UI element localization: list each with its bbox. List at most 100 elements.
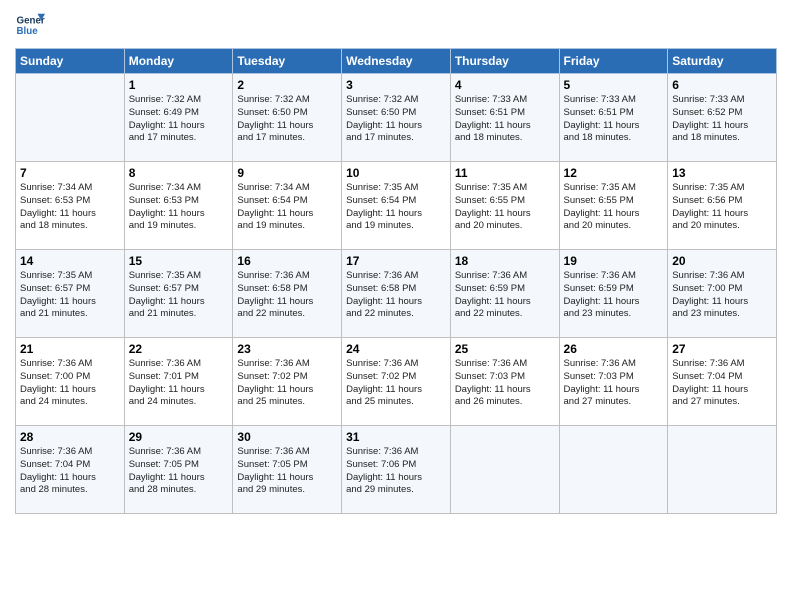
- week-row-5: 28 Sunrise: 7:36 AM Sunset: 7:04 PM Dayli…: [16, 426, 777, 514]
- day-number: 8: [129, 166, 229, 180]
- calendar-cell: 28 Sunrise: 7:36 AM Sunset: 7:04 PM Dayli…: [16, 426, 125, 514]
- day-info: Sunrise: 7:32 AM Sunset: 6:49 PM Dayligh…: [129, 94, 229, 145]
- calendar-cell: 13 Sunrise: 7:35 AM Sunset: 6:56 PM Dayli…: [668, 162, 777, 250]
- header: General Blue: [15, 10, 777, 40]
- calendar-cell: 5 Sunrise: 7:33 AM Sunset: 6:51 PM Daylig…: [559, 74, 668, 162]
- weekday-header-friday: Friday: [559, 49, 668, 74]
- day-info: Sunrise: 7:34 AM Sunset: 6:54 PM Dayligh…: [237, 182, 337, 233]
- day-info: Sunrise: 7:36 AM Sunset: 7:03 PM Dayligh…: [455, 358, 555, 409]
- calendar-cell: 2 Sunrise: 7:32 AM Sunset: 6:50 PM Daylig…: [233, 74, 342, 162]
- calendar-cell: 26Sunrise: 7:36 AM Sunset: 7:03 PM Dayli…: [559, 338, 668, 426]
- calendar-cell: 11Sunrise: 7:35 AM Sunset: 6:55 PM Dayli…: [450, 162, 559, 250]
- calendar-cell: [668, 426, 777, 514]
- calendar-cell: 17Sunrise: 7:36 AM Sunset: 6:58 PM Dayli…: [342, 250, 451, 338]
- week-row-2: 7 Sunrise: 7:34 AM Sunset: 6:53 PM Daylig…: [16, 162, 777, 250]
- day-number: 24: [346, 342, 446, 356]
- day-number: 15: [129, 254, 229, 268]
- day-info: Sunrise: 7:35 AM Sunset: 6:57 PM Dayligh…: [20, 270, 120, 321]
- calendar-cell: 4 Sunrise: 7:33 AM Sunset: 6:51 PM Daylig…: [450, 74, 559, 162]
- day-number: 13: [672, 166, 772, 180]
- day-info: Sunrise: 7:36 AM Sunset: 7:00 PM Dayligh…: [20, 358, 120, 409]
- day-number: 28: [20, 430, 120, 444]
- day-info: Sunrise: 7:36 AM Sunset: 7:00 PM Dayligh…: [672, 270, 772, 321]
- day-info: Sunrise: 7:35 AM Sunset: 6:55 PM Dayligh…: [455, 182, 555, 233]
- day-number: 31: [346, 430, 446, 444]
- day-number: 27: [672, 342, 772, 356]
- weekday-header-row: SundayMondayTuesdayWednesdayThursdayFrid…: [16, 49, 777, 74]
- day-number: 18: [455, 254, 555, 268]
- calendar-cell: [559, 426, 668, 514]
- calendar-cell: 16 Sunrise: 7:36 AM Sunset: 6:58 PM Dayli…: [233, 250, 342, 338]
- day-info: Sunrise: 7:36 AM Sunset: 6:58 PM Dayligh…: [237, 270, 337, 321]
- calendar-cell: 8 Sunrise: 7:34 AM Sunset: 6:53 PM Daylig…: [124, 162, 233, 250]
- calendar-cell: 12 Sunrise: 7:35 AM Sunset: 6:55 PM Dayli…: [559, 162, 668, 250]
- day-number: 19: [564, 254, 664, 268]
- day-info: Sunrise: 7:36 AM Sunset: 7:02 PM Dayligh…: [346, 358, 446, 409]
- day-number: 5: [564, 78, 664, 92]
- day-info: Sunrise: 7:32 AM Sunset: 6:50 PM Dayligh…: [237, 94, 337, 145]
- calendar-cell: 24 Sunrise: 7:36 AM Sunset: 7:02 PM Dayli…: [342, 338, 451, 426]
- day-info: Sunrise: 7:33 AM Sunset: 6:51 PM Dayligh…: [564, 94, 664, 145]
- calendar-cell: 1Sunrise: 7:32 AM Sunset: 6:49 PM Daylig…: [124, 74, 233, 162]
- day-info: Sunrise: 7:33 AM Sunset: 6:51 PM Dayligh…: [455, 94, 555, 145]
- day-number: 20: [672, 254, 772, 268]
- day-number: 16: [237, 254, 337, 268]
- day-number: 22: [129, 342, 229, 356]
- day-info: Sunrise: 7:36 AM Sunset: 7:03 PM Dayligh…: [564, 358, 664, 409]
- day-info: Sunrise: 7:36 AM Sunset: 7:05 PM Dayligh…: [129, 446, 229, 497]
- calendar-cell: 27 Sunrise: 7:36 AM Sunset: 7:04 PM Dayli…: [668, 338, 777, 426]
- calendar-cell: 20 Sunrise: 7:36 AM Sunset: 7:00 PM Dayli…: [668, 250, 777, 338]
- calendar-cell: [16, 74, 125, 162]
- day-info: Sunrise: 7:35 AM Sunset: 6:54 PM Dayligh…: [346, 182, 446, 233]
- page-container: General Blue SundayMondayTuesdayWednesda…: [0, 0, 792, 612]
- day-number: 30: [237, 430, 337, 444]
- calendar-cell: 7Sunrise: 7:34 AM Sunset: 6:53 PM Daylig…: [16, 162, 125, 250]
- calendar-cell: 18 Sunrise: 7:36 AM Sunset: 6:59 PM Dayli…: [450, 250, 559, 338]
- calendar-cell: 25 Sunrise: 7:36 AM Sunset: 7:03 PM Dayli…: [450, 338, 559, 426]
- weekday-header-saturday: Saturday: [668, 49, 777, 74]
- svg-text:Blue: Blue: [17, 26, 39, 37]
- week-row-4: 21 Sunrise: 7:36 AM Sunset: 7:00 PM Dayli…: [16, 338, 777, 426]
- day-info: Sunrise: 7:36 AM Sunset: 7:04 PM Dayligh…: [20, 446, 120, 497]
- day-info: Sunrise: 7:36 AM Sunset: 7:06 PM Dayligh…: [346, 446, 446, 497]
- day-number: 7: [20, 166, 120, 180]
- calendar-cell: 31 Sunrise: 7:36 AM Sunset: 7:06 PM Dayli…: [342, 426, 451, 514]
- calendar-cell: 22Sunrise: 7:36 AM Sunset: 7:01 PM Dayli…: [124, 338, 233, 426]
- calendar-cell: 30 Sunrise: 7:36 AM Sunset: 7:05 PM Dayli…: [233, 426, 342, 514]
- week-row-3: 14 Sunrise: 7:35 AM Sunset: 6:57 PM Dayli…: [16, 250, 777, 338]
- day-info: Sunrise: 7:36 AM Sunset: 6:58 PM Dayligh…: [346, 270, 446, 321]
- logo: General Blue: [15, 10, 45, 40]
- week-row-1: 1Sunrise: 7:32 AM Sunset: 6:49 PM Daylig…: [16, 74, 777, 162]
- calendar-cell: 10 Sunrise: 7:35 AM Sunset: 6:54 PM Dayli…: [342, 162, 451, 250]
- calendar-cell: 21 Sunrise: 7:36 AM Sunset: 7:00 PM Dayli…: [16, 338, 125, 426]
- calendar-cell: 23 Sunrise: 7:36 AM Sunset: 7:02 PM Dayli…: [233, 338, 342, 426]
- day-info: Sunrise: 7:36 AM Sunset: 7:02 PM Dayligh…: [237, 358, 337, 409]
- calendar-cell: 19Sunrise: 7:36 AM Sunset: 6:59 PM Dayli…: [559, 250, 668, 338]
- day-number: 25: [455, 342, 555, 356]
- day-number: 2: [237, 78, 337, 92]
- day-info: Sunrise: 7:36 AM Sunset: 7:04 PM Dayligh…: [672, 358, 772, 409]
- calendar-cell: 6Sunrise: 7:33 AM Sunset: 6:52 PM Daylig…: [668, 74, 777, 162]
- day-number: 12: [564, 166, 664, 180]
- weekday-header-wednesday: Wednesday: [342, 49, 451, 74]
- day-number: 29: [129, 430, 229, 444]
- day-info: Sunrise: 7:35 AM Sunset: 6:57 PM Dayligh…: [129, 270, 229, 321]
- day-number: 14: [20, 254, 120, 268]
- calendar-cell: 9Sunrise: 7:34 AM Sunset: 6:54 PM Daylig…: [233, 162, 342, 250]
- day-number: 10: [346, 166, 446, 180]
- day-info: Sunrise: 7:35 AM Sunset: 6:56 PM Dayligh…: [672, 182, 772, 233]
- logo-icon: General Blue: [15, 10, 45, 40]
- calendar-cell: 15 Sunrise: 7:35 AM Sunset: 6:57 PM Dayli…: [124, 250, 233, 338]
- day-number: 21: [20, 342, 120, 356]
- day-info: Sunrise: 7:36 AM Sunset: 6:59 PM Dayligh…: [455, 270, 555, 321]
- day-info: Sunrise: 7:35 AM Sunset: 6:55 PM Dayligh…: [564, 182, 664, 233]
- weekday-header-monday: Monday: [124, 49, 233, 74]
- day-number: 3: [346, 78, 446, 92]
- day-info: Sunrise: 7:36 AM Sunset: 7:05 PM Dayligh…: [237, 446, 337, 497]
- day-info: Sunrise: 7:34 AM Sunset: 6:53 PM Dayligh…: [129, 182, 229, 233]
- day-number: 23: [237, 342, 337, 356]
- day-number: 4: [455, 78, 555, 92]
- day-info: Sunrise: 7:32 AM Sunset: 6:50 PM Dayligh…: [346, 94, 446, 145]
- day-number: 6: [672, 78, 772, 92]
- weekday-header-thursday: Thursday: [450, 49, 559, 74]
